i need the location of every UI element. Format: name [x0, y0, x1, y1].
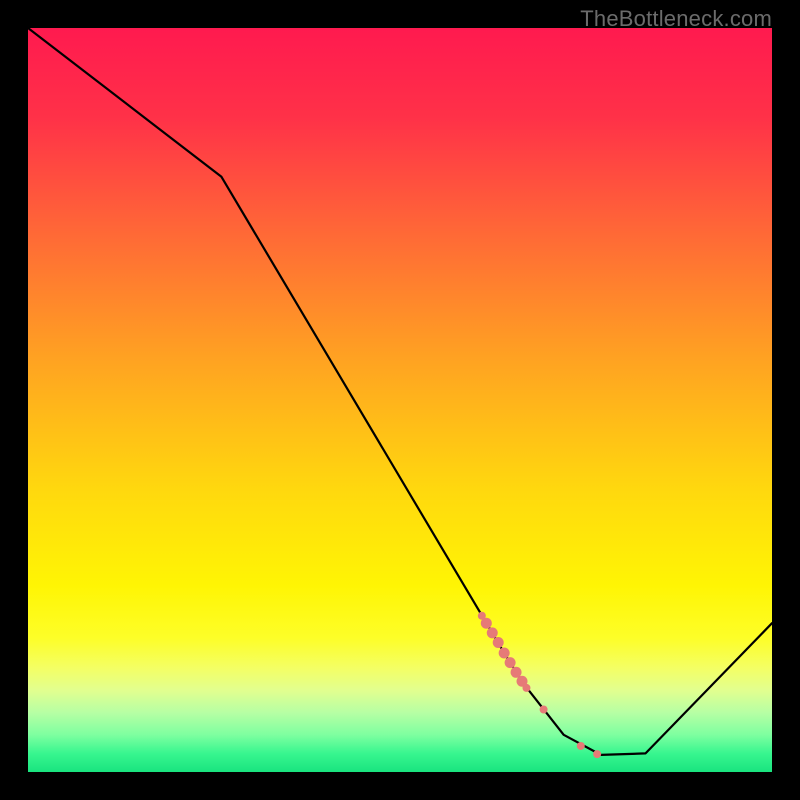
marker-segment-2 [487, 627, 498, 638]
marker-segment-5 [505, 657, 516, 668]
marker-segment-3 [493, 637, 504, 648]
marker-isolated-mid [577, 742, 585, 750]
markers-group [478, 612, 601, 758]
marker-isolated-upper [540, 706, 548, 714]
marker-isolated-lower [593, 750, 601, 758]
marker-segment-4 [499, 647, 510, 658]
chart-overlay [28, 28, 772, 772]
marker-segment-bottom [522, 684, 530, 692]
bottleneck-curve [28, 28, 772, 755]
marker-segment-1 [481, 618, 492, 629]
marker-segment-6 [511, 667, 522, 678]
plot-area [28, 28, 772, 772]
bottleneck-chart: TheBottleneck.com [0, 0, 800, 800]
